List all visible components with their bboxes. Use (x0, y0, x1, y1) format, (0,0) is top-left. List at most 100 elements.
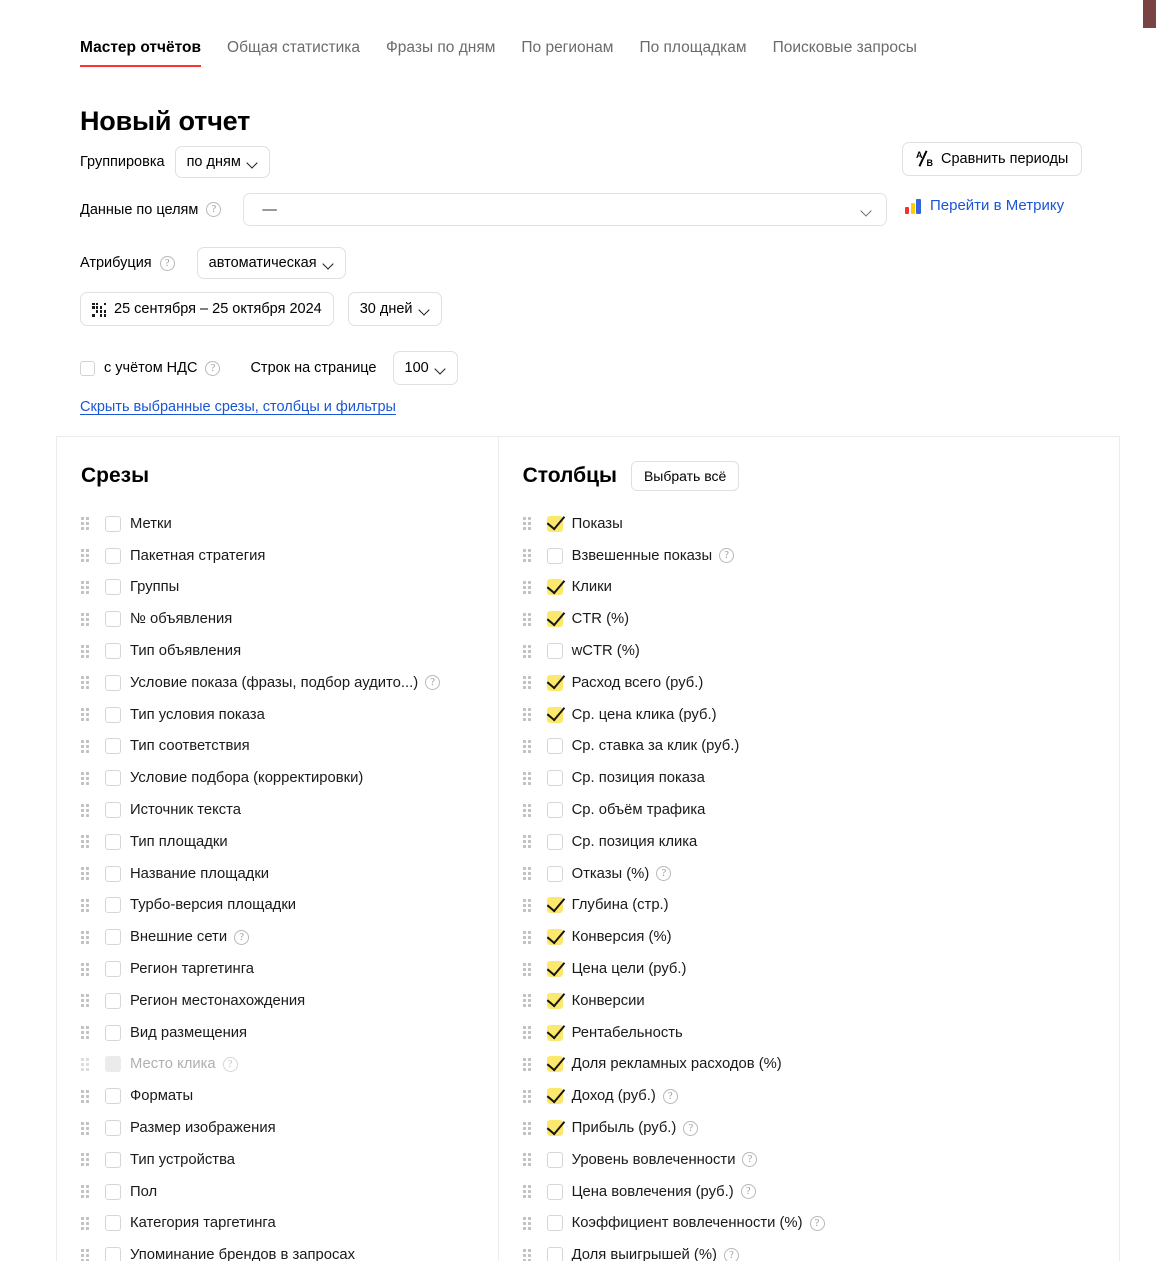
list-item[interactable]: № объявления (81, 603, 498, 635)
vat-help-icon[interactable]: ? (205, 360, 221, 376)
help-icon[interactable]: ? (222, 1056, 238, 1072)
list-item[interactable]: Вид размещения (81, 1017, 498, 1049)
checkbox[interactable] (105, 1024, 121, 1041)
drag-handle-icon[interactable] (81, 867, 91, 881)
list-item[interactable]: Тип устройства (81, 1144, 498, 1176)
list-item[interactable]: Уровень вовлеченности? (522, 1144, 1119, 1176)
help-icon[interactable]: ? (809, 1215, 825, 1231)
list-item[interactable]: Коэффициент вовлеченности (%)? (522, 1208, 1119, 1240)
drag-handle-icon[interactable] (81, 612, 91, 626)
go-to-metrica-link[interactable]: Перейти в Метрику (905, 197, 1064, 214)
list-item[interactable]: Доход (руб.)? (522, 1080, 1119, 1112)
checkbox[interactable] (546, 674, 563, 691)
checkbox[interactable] (105, 738, 121, 755)
tab-5[interactable]: Поисковые запросы (773, 38, 917, 67)
drag-handle-icon[interactable] (522, 898, 533, 912)
list-item[interactable]: Цена вовлечения (руб.)? (522, 1176, 1119, 1208)
drag-handle-icon[interactable] (81, 835, 91, 849)
drag-handle-icon[interactable] (522, 580, 533, 594)
drag-handle-icon[interactable] (522, 1248, 533, 1261)
help-icon[interactable]: ? (662, 1088, 678, 1104)
checkbox[interactable] (546, 579, 563, 596)
drag-handle-icon[interactable] (522, 994, 533, 1008)
list-item[interactable]: Тип объявления (81, 635, 498, 667)
list-item[interactable]: Цена цели (руб.) (522, 953, 1119, 985)
drag-handle-icon[interactable] (522, 708, 533, 722)
list-item[interactable]: Тип площадки (81, 826, 498, 858)
checkbox[interactable] (105, 897, 121, 914)
checkbox[interactable] (546, 897, 563, 914)
list-item[interactable]: Рентабельность (522, 1017, 1119, 1049)
drag-handle-icon[interactable] (81, 676, 91, 690)
drag-handle-icon[interactable] (522, 549, 533, 563)
list-item[interactable]: Ср. позиция клика (522, 826, 1119, 858)
drag-handle-icon[interactable] (81, 803, 91, 817)
drag-handle-icon[interactable] (81, 580, 91, 594)
checkbox[interactable] (105, 1120, 121, 1137)
help-icon[interactable]: ? (234, 929, 250, 945)
checkbox[interactable] (546, 929, 563, 946)
list-item[interactable]: Пакетная стратегия (81, 540, 498, 572)
checkbox[interactable] (105, 770, 121, 787)
drag-handle-icon[interactable] (522, 1121, 533, 1135)
list-item[interactable]: Упоминание брендов в запросах (81, 1239, 498, 1261)
drag-handle-icon[interactable] (522, 930, 533, 944)
list-item[interactable]: Метки (81, 508, 498, 540)
list-item[interactable]: CTR (%) (522, 603, 1119, 635)
drag-handle-icon[interactable] (81, 1026, 91, 1040)
drag-handle-icon[interactable] (81, 1089, 91, 1103)
checkbox[interactable] (105, 1247, 121, 1261)
drag-handle-icon[interactable] (81, 930, 91, 944)
drag-handle-icon[interactable] (81, 644, 91, 658)
help-icon[interactable]: ? (742, 1152, 758, 1168)
list-item[interactable]: Тип условия показа (81, 699, 498, 731)
compare-periods-button[interactable]: AB Сравнить периоды (902, 142, 1083, 176)
checkbox[interactable] (105, 992, 121, 1009)
drag-handle-icon[interactable] (522, 612, 533, 626)
vat-checkbox[interactable] (80, 360, 95, 376)
list-item[interactable]: Расход всего (руб.) (522, 667, 1119, 699)
drag-handle-icon[interactable] (81, 898, 91, 912)
help-icon[interactable]: ? (656, 866, 672, 882)
drag-handle-icon[interactable] (522, 1057, 533, 1071)
list-item[interactable]: Тип соответствия (81, 731, 498, 763)
checkbox[interactable] (105, 1183, 121, 1200)
drag-handle-icon[interactable] (522, 644, 533, 658)
checkbox[interactable] (546, 611, 563, 628)
checkbox[interactable] (546, 1151, 563, 1168)
drag-handle-icon[interactable] (522, 1153, 533, 1167)
drag-handle-icon[interactable] (81, 708, 91, 722)
drag-handle-icon[interactable] (81, 1216, 91, 1230)
checkbox[interactable] (546, 706, 563, 723)
checkbox[interactable] (546, 865, 563, 882)
help-icon[interactable]: ? (683, 1120, 699, 1136)
list-item[interactable]: Доля выигрышей (%)? (522, 1239, 1119, 1261)
help-icon[interactable]: ? (425, 675, 441, 691)
list-item[interactable]: Прибыль (руб.)? (522, 1112, 1119, 1144)
drag-handle-icon[interactable] (522, 739, 533, 753)
checkbox[interactable] (105, 547, 121, 564)
grouping-dropdown[interactable]: по дням (174, 146, 270, 178)
drag-handle-icon[interactable] (81, 994, 91, 1008)
checkbox[interactable] (546, 1056, 563, 1073)
date-range-button[interactable]: 25 сентября – 25 октября 2024 (80, 292, 334, 326)
checkbox[interactable] (105, 674, 121, 691)
goals-select[interactable]: — (243, 193, 888, 226)
list-item[interactable]: Регион местонахождения (81, 985, 498, 1017)
list-item[interactable]: Условие показа (фразы, подбор аудито...)… (81, 667, 498, 699)
list-item[interactable]: Доля рекламных расходов (%) (522, 1049, 1119, 1081)
list-item[interactable]: Форматы (81, 1080, 498, 1112)
drag-handle-icon[interactable] (81, 1185, 91, 1199)
attribution-help-icon[interactable]: ? (159, 255, 175, 271)
drag-handle-icon[interactable] (81, 739, 91, 753)
checkbox[interactable] (105, 1151, 121, 1168)
list-item[interactable]: Показы (522, 508, 1119, 540)
checkbox[interactable] (105, 611, 121, 628)
tab-4[interactable]: По площадкам (639, 38, 746, 67)
checkbox[interactable] (546, 1120, 563, 1137)
checkbox[interactable] (546, 1183, 563, 1200)
list-item[interactable]: Клики (522, 572, 1119, 604)
drag-handle-icon[interactable] (81, 771, 91, 785)
checkbox[interactable] (105, 706, 121, 723)
drag-handle-icon[interactable] (81, 517, 91, 531)
